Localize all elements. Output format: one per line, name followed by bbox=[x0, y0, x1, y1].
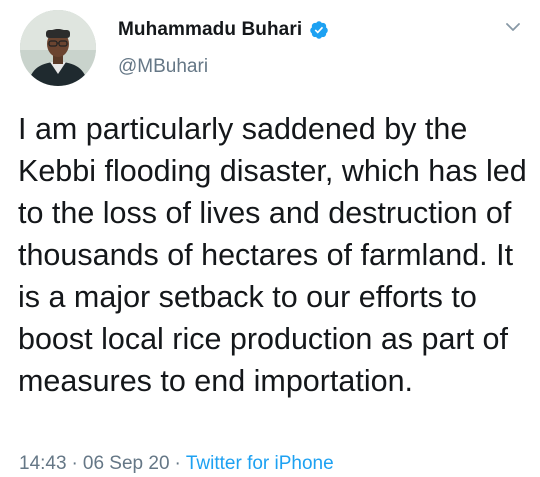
tweet-source-link[interactable]: Twitter for iPhone bbox=[186, 453, 334, 475]
tweet-metadata: 14:43 · 06 Sep 20 · Twitter for iPhone bbox=[19, 453, 334, 475]
verified-badge-icon bbox=[309, 20, 329, 40]
author-name-row[interactable]: Muhammadu Buhari bbox=[118, 17, 329, 43]
avatar-image bbox=[20, 10, 96, 86]
tweet-card: Muhammadu Buhari @MBuhari I am particula… bbox=[0, 0, 540, 477]
author-avatar[interactable] bbox=[20, 10, 96, 86]
meta-separator: · bbox=[71, 453, 78, 474]
tweet-text: I am particularly saddened by the Kebbi … bbox=[18, 112, 536, 398]
author-handle[interactable]: @MBuhari bbox=[118, 56, 208, 78]
author-display-name[interactable]: Muhammadu Buhari bbox=[118, 19, 302, 41]
tweet-time[interactable]: 14:43 bbox=[19, 453, 67, 475]
chevron-down-icon[interactable] bbox=[504, 20, 522, 34]
tweet-date[interactable]: 06 Sep 20 bbox=[83, 453, 170, 475]
meta-separator: · bbox=[174, 453, 181, 474]
